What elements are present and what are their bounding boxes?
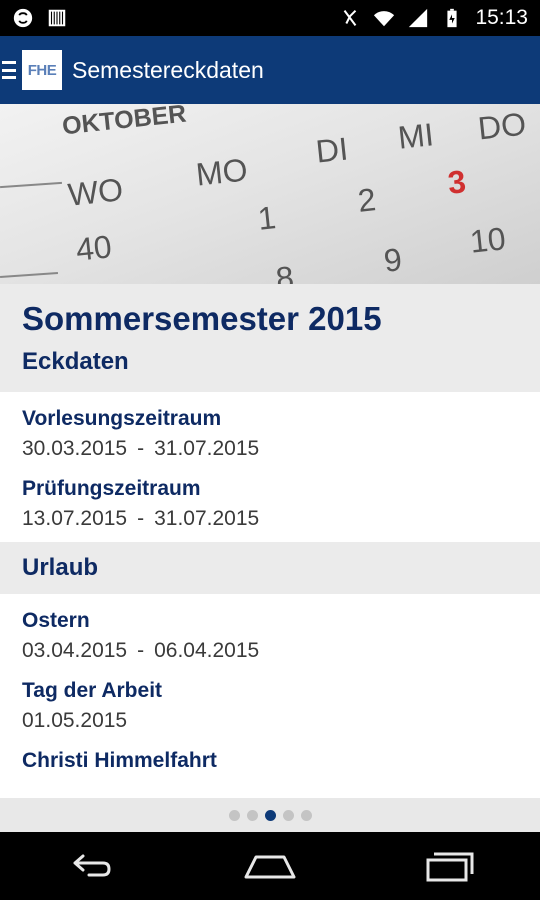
entry-label: Vorlesungszeitraum [22, 407, 222, 430]
mute-icon [344, 9, 357, 26]
entry-label: Prüfungszeitraum [22, 477, 201, 500]
entry-start-date: 30.03.2015 [22, 437, 128, 460]
sync-icon [13, 8, 33, 28]
home-icon [244, 855, 296, 879]
entry-end-date: 31.07.2015 [154, 437, 260, 460]
system-nav-bar [0, 832, 540, 900]
entry-dates: 01.05.2015 [22, 704, 518, 734]
hero-number: 10 [468, 220, 508, 260]
page-indicator[interactable] [0, 798, 540, 832]
hero-day: WO [66, 171, 125, 213]
signal-icon [409, 8, 428, 28]
date-separator: - [137, 507, 145, 530]
entry-start-date: 01.05.2015 [22, 709, 128, 732]
entry-label: Tag der Arbeit [22, 679, 163, 702]
recent-apps-icon [426, 852, 474, 882]
section-title-eckdaten: Eckdaten [22, 348, 129, 375]
entry-dates: 13.07.2015-31.07.2015 [22, 502, 518, 532]
entry-start-date: 03.04.2015 [22, 639, 128, 662]
page-dot[interactable] [282, 809, 294, 821]
date-separator: - [137, 437, 145, 460]
recent-apps-button[interactable] [420, 846, 480, 886]
hero-number: 1 [256, 199, 278, 237]
hero-number: 40 [74, 228, 114, 268]
back-icon [73, 854, 111, 877]
list-item: Prüfungszeitraum 13.07.2015-31.07.2015 [0, 462, 540, 542]
entry-dates: 30.03.2015-31.07.2015 [22, 432, 518, 462]
home-button[interactable] [240, 846, 300, 886]
page-dot-active[interactable] [264, 809, 276, 821]
hero-day: MO [194, 151, 250, 193]
page-title: Semestereckdaten [72, 56, 264, 83]
hero-day: DI [314, 130, 350, 170]
entry-dates: 03.04.2015-06.04.2015 [22, 634, 518, 664]
hero-day: DO [476, 105, 528, 147]
hero-number: 3 [446, 163, 468, 201]
hero-number: 8 [274, 259, 296, 284]
date-separator: - [137, 639, 145, 662]
battery-icon [447, 8, 458, 28]
entry-label: Christi Himmelfahrt [22, 749, 217, 772]
list-item: Vorlesungszeitraum 30.03.2015-31.07.2015 [0, 392, 540, 462]
entry-end-date: 31.07.2015 [154, 507, 260, 530]
semester-title: Sommersemester 2015 [22, 300, 382, 337]
back-button[interactable] [60, 846, 120, 886]
hero-number: 9 [382, 241, 404, 279]
entry-label: Ostern [22, 609, 90, 632]
entry-start-date: 13.07.2015 [22, 507, 128, 530]
list-item: Tag der Arbeit 01.05.2015 [0, 664, 540, 734]
hero-day: MI [396, 116, 436, 156]
wifi-icon [374, 11, 395, 27]
list-item: Ostern 03.04.2015-06.04.2015 [0, 594, 540, 664]
barcode-icon [48, 9, 66, 27]
app-bar: FHE Semestereckdaten [0, 36, 540, 104]
page-dot[interactable] [228, 809, 240, 821]
hero-month: OKTOBER [60, 104, 188, 141]
page-dot[interactable] [300, 809, 312, 821]
section-bar-urlaub: Urlaub [0, 542, 540, 594]
status-time: 15:13 [475, 6, 528, 29]
section-title-urlaub: Urlaub [22, 554, 99, 581]
hero-line [0, 181, 62, 189]
calendar-header-image: OKTOBER WO MO DI MI DO 40 1 2 3 8 9 10 [0, 104, 540, 284]
entry-end-date: 06.04.2015 [154, 639, 260, 662]
list-item: Christi Himmelfahrt [0, 734, 540, 774]
semester-header: Sommersemester 2015 Eckdaten [0, 284, 540, 392]
hero-line [0, 271, 58, 279]
drawer-menu-icon[interactable] [2, 61, 16, 79]
fhe-logo[interactable]: FHE [22, 50, 62, 90]
hero-number: 2 [356, 181, 378, 219]
status-bar: 15:13 [0, 0, 540, 36]
semester-content[interactable]: Sommersemester 2015 Eckdaten Vorlesungsz… [0, 284, 540, 798]
page-dot[interactable] [246, 809, 258, 821]
